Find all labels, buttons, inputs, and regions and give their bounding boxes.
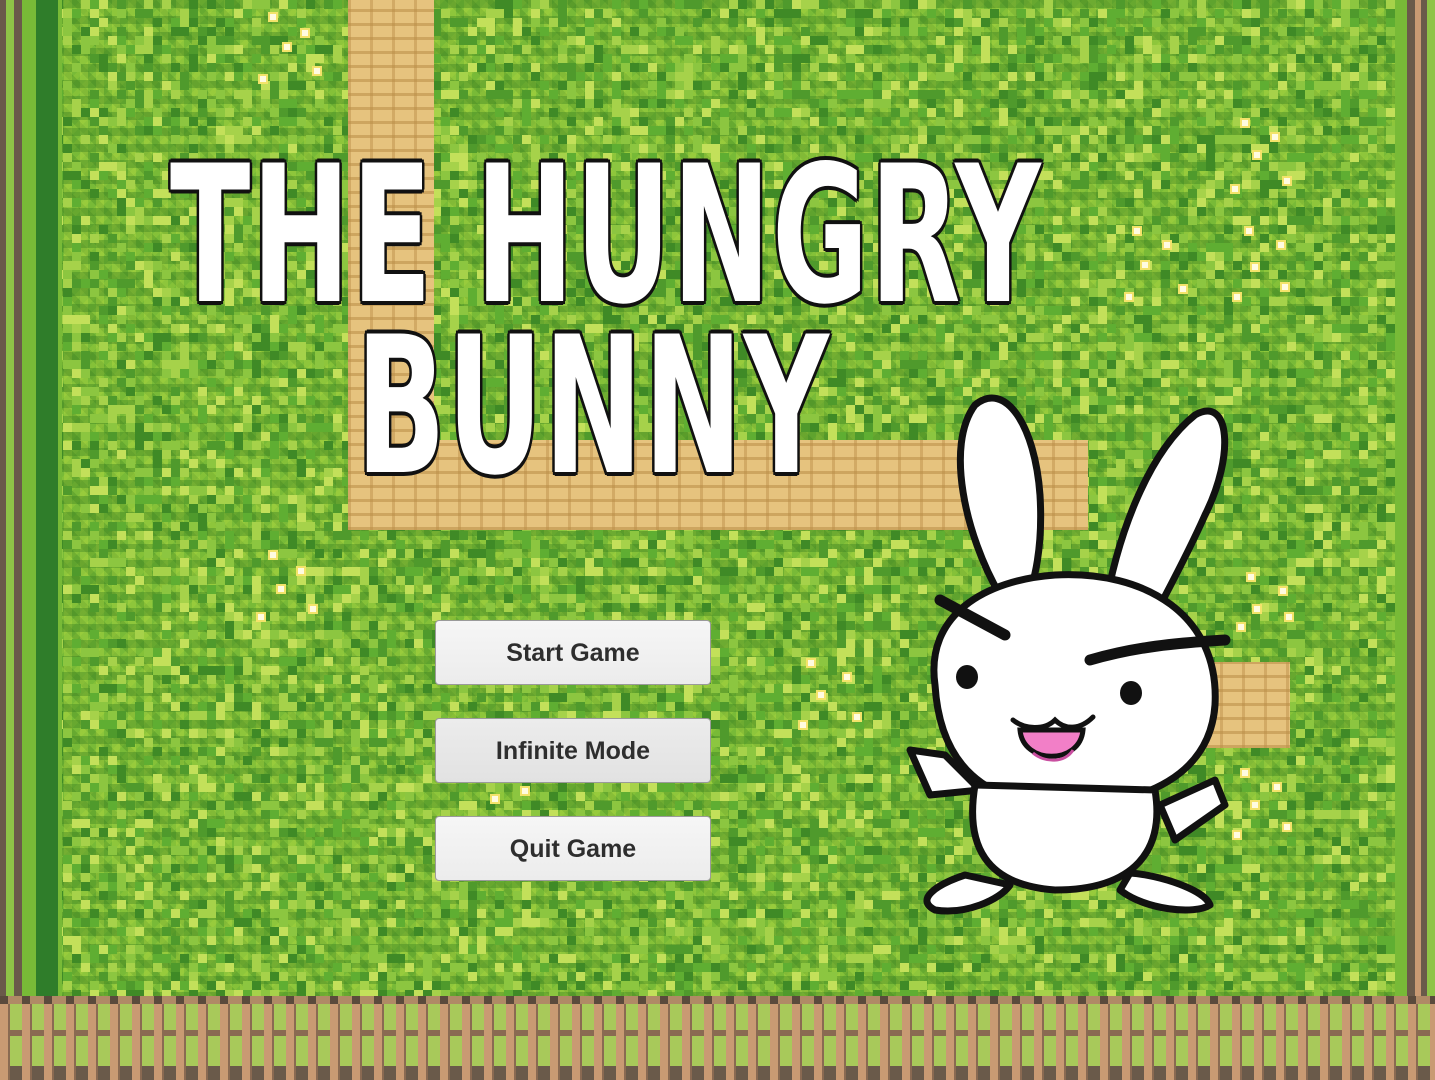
flower-icon [300,28,310,38]
title-line-2: BUNNY [356,296,831,517]
flower-icon [1244,226,1254,236]
flower-icon [520,786,530,796]
flower-icon [1284,612,1294,622]
fence-rail [0,996,1435,1004]
flower-icon [312,66,322,76]
flower-icon [276,584,286,594]
flower-icon [1124,292,1134,302]
flower-icon [1162,240,1172,250]
flower-icon [1246,572,1256,582]
flower-icon [256,612,266,622]
flower-icon [296,566,306,576]
flower-icon [1240,118,1250,128]
flower-icon [1252,604,1262,614]
flower-icon [1280,282,1290,292]
flower-icon [1240,768,1250,778]
flower-icon [1140,260,1150,270]
flower-icon [1132,226,1142,236]
flower-icon [490,794,500,804]
flower-icon [1270,132,1280,142]
flower-icon [806,658,816,668]
infinite-mode-button[interactable]: Infinite Mode [435,718,711,783]
flower-icon [1250,800,1260,810]
flower-icon [282,42,292,52]
flower-icon [1276,240,1286,250]
flower-icon [268,12,278,22]
flower-icon [1278,586,1288,596]
right-border-wall [1395,0,1435,1000]
game-title: THE HUNGRY BUNNY [170,141,1041,517]
flower-icon [842,672,852,682]
quit-game-button[interactable]: Quit Game [435,816,711,881]
flower-icon [1272,782,1282,792]
game-scene: THE HUNGRY BUNNY Start Game Infinite Mod… [0,0,1435,1080]
flower-icon [1282,822,1292,832]
flower-icon [798,720,808,730]
bottom-fence [0,996,1435,1080]
flower-icon [1282,176,1292,186]
bunny-mascot-icon [906,394,1231,915]
flower-icon [258,74,268,84]
flower-icon [268,550,278,560]
flower-icon [1178,284,1188,294]
left-border-wall [0,0,62,1000]
flower-icon [816,690,826,700]
start-game-button[interactable]: Start Game [435,620,711,685]
flower-icon [1230,184,1240,194]
flower-icon [1232,292,1242,302]
flower-icon [1236,622,1246,632]
flower-icon [1250,262,1260,272]
flower-icon [1252,150,1262,160]
flower-icon [308,604,318,614]
flower-icon [852,712,862,722]
